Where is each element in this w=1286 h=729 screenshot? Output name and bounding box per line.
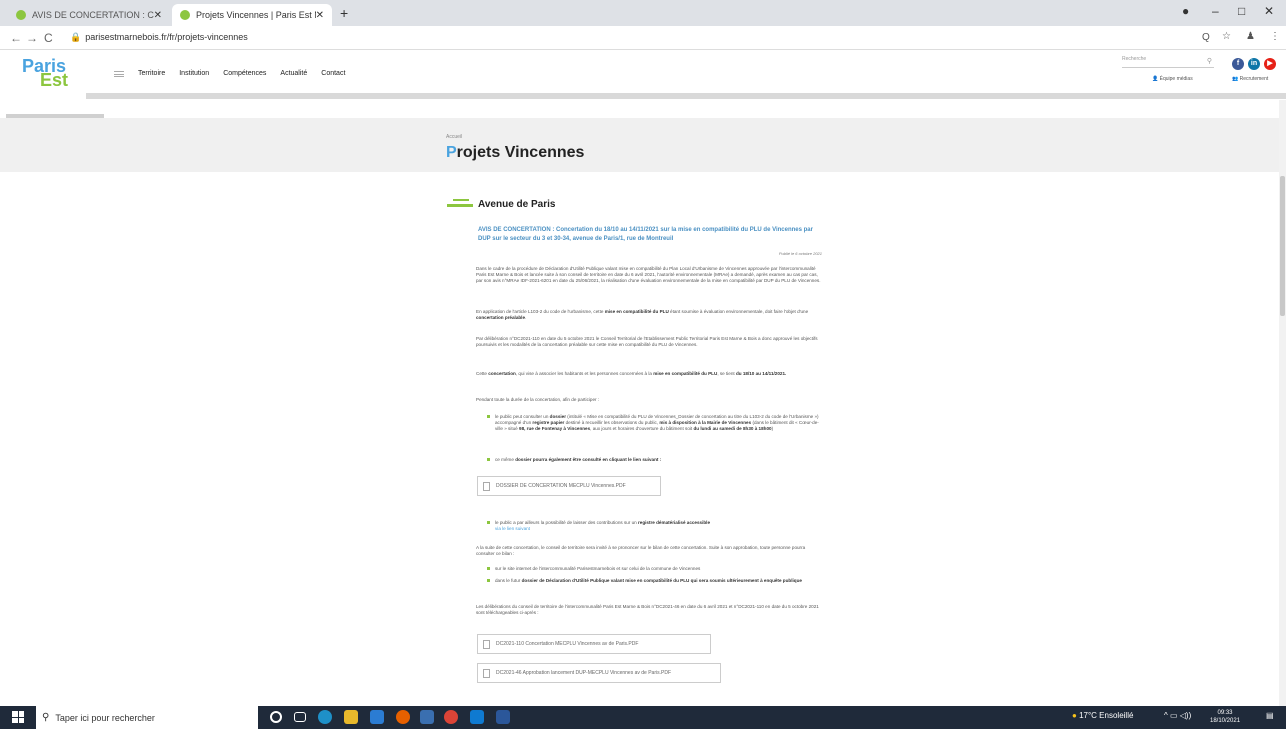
sun-icon: ● xyxy=(1072,711,1077,720)
store-icon[interactable] xyxy=(420,710,434,724)
paragraph: Dans le cadre de la procédure de Déclara… xyxy=(476,266,821,284)
list-item: dans le futur dossier de Déclaration d'U… xyxy=(487,578,825,584)
minimize-button[interactable]: – xyxy=(1212,4,1219,18)
paragraph: Les délibérations du conseil de territoi… xyxy=(476,604,819,616)
download-dossier-link[interactable]: DOSSIER DE CONCERTATION MECPLU Vincennes… xyxy=(477,476,661,496)
browser-tab-projets[interactable]: Projets Vincennes | Paris Est Mar ✕ xyxy=(172,4,332,26)
team-link[interactable]: 👤 Équipe médias xyxy=(1152,76,1193,82)
section-accent xyxy=(453,199,469,201)
section-accent xyxy=(447,204,473,207)
taskbar-search-input[interactable]: ⚲ Taper ici pour rechercher xyxy=(36,706,258,729)
list-item: le public peut consulter un dossier (int… xyxy=(487,414,825,433)
firefox-icon[interactable] xyxy=(396,710,410,724)
download-dc2021-110-link[interactable]: DC2021-110 Concertation MECPLU Vincennes… xyxy=(477,634,711,654)
weather-widget[interactable]: ● 17°C Ensoleillé xyxy=(1072,711,1133,720)
search-icon[interactable]: ⚲ xyxy=(1207,57,1212,65)
browser-tab-avis[interactable]: AVIS DE CONCERTATION : Conce ✕ xyxy=(8,4,170,26)
download-dc2021-46-link[interactable]: DC2021-46 Approbation lancement DUP-MECP… xyxy=(477,663,721,683)
scrollbar-thumb[interactable] xyxy=(1280,176,1285,316)
paragraph: A la suite de cette concertation, le con… xyxy=(476,545,806,557)
section-title: Avenue de Paris xyxy=(478,199,556,210)
breadcrumb[interactable]: Accueil xyxy=(446,134,462,140)
list-item: le public a par ailleurs la possibilité … xyxy=(487,520,825,532)
reload-button[interactable]: C xyxy=(44,31,53,45)
forward-button[interactable]: → xyxy=(26,31,38,45)
list-item: sur le site internet de l'intercommunali… xyxy=(487,566,825,572)
article-title: AVIS DE CONCERTATION : Concertation du 1… xyxy=(478,227,813,242)
page-title-band xyxy=(0,118,1286,172)
paragraph: En application de l'article L103-2 du co… xyxy=(476,309,809,321)
chrome-icon[interactable] xyxy=(444,710,458,724)
site-logo[interactable]: Paris Est xyxy=(22,56,78,96)
menu-item-territoire[interactable]: Territoire xyxy=(138,70,165,77)
youtube-icon[interactable]: ▶ xyxy=(1264,58,1276,70)
mail-icon[interactable] xyxy=(370,710,384,724)
maximize-button[interactable]: □ xyxy=(1238,4,1245,18)
facebook-icon[interactable]: f xyxy=(1232,58,1244,70)
pdf-file-icon xyxy=(483,482,490,491)
paragraph: Par délibération n°DC2021-110 en date du… xyxy=(476,336,818,348)
menu-item-contact[interactable]: Contact xyxy=(321,70,345,77)
teams-icon[interactable] xyxy=(470,710,484,724)
profile-icon[interactable]: ● xyxy=(1182,4,1189,18)
cortana-icon[interactable] xyxy=(270,711,282,723)
windows-start-icon[interactable] xyxy=(12,711,24,723)
linkedin-icon[interactable]: in xyxy=(1248,58,1260,70)
menu-item-actualite[interactable]: Actualité xyxy=(280,70,307,77)
system-tray-icons[interactable]: ^ ▭ ◁)) xyxy=(1164,711,1191,720)
registre-link[interactable]: via le lien suivant xyxy=(495,526,530,531)
account-icon[interactable]: ♟ xyxy=(1246,31,1255,42)
recruit-link[interactable]: 👥 Recrutement xyxy=(1232,76,1268,82)
menu-item-competences[interactable]: Compétences xyxy=(223,70,266,77)
bookmark-star-icon[interactable]: ☆ xyxy=(1222,31,1231,42)
hamburger-menu-icon[interactable] xyxy=(114,71,124,77)
new-tab-button[interactable]: + xyxy=(340,5,348,21)
search-icon: ⚲ xyxy=(42,712,50,723)
lock-icon: 🔒 xyxy=(70,32,82,42)
close-tab-icon[interactable]: ✕ xyxy=(154,10,162,21)
task-view-icon[interactable] xyxy=(294,712,306,722)
url-field[interactable]: 🔒 parisestmarnebois.fr/fr/projets-vincenn… xyxy=(70,32,248,43)
page-title: Projets Vincennes xyxy=(446,144,585,161)
paragraph: Cette concertation, qui vise à associer … xyxy=(476,371,787,376)
word-icon[interactable] xyxy=(496,710,510,724)
close-tab-icon[interactable]: ✕ xyxy=(316,10,324,21)
list-item: ce même dossier pourra également être co… xyxy=(487,457,825,463)
pdf-file-icon xyxy=(483,640,490,649)
close-window-button[interactable]: ✕ xyxy=(1264,4,1274,18)
paragraph: Pendant toute la durée de la concertatio… xyxy=(476,397,600,402)
pdf-file-icon xyxy=(483,669,490,678)
browser-menu-icon[interactable]: ⋮ xyxy=(1270,31,1280,42)
main-menu: Territoire Institution Compétences Actua… xyxy=(138,70,345,77)
zoom-icon[interactable]: Q xyxy=(1202,32,1210,43)
taskbar-clock[interactable]: 09:33 18/10/2021 xyxy=(1210,709,1240,725)
header-divider xyxy=(86,93,1286,99)
file-explorer-icon[interactable] xyxy=(344,710,358,724)
site-favicon-icon xyxy=(180,10,190,20)
notifications-icon[interactable]: ▤ xyxy=(1266,711,1274,720)
back-button[interactable]: ← xyxy=(10,31,22,45)
edge-icon[interactable] xyxy=(318,710,332,724)
site-search-input[interactable]: Recherche ⚲ xyxy=(1122,56,1214,68)
publish-date: Publié le 6 octobre 2021 xyxy=(778,251,822,256)
menu-item-institution[interactable]: Institution xyxy=(179,70,209,77)
site-favicon-icon xyxy=(16,10,26,20)
